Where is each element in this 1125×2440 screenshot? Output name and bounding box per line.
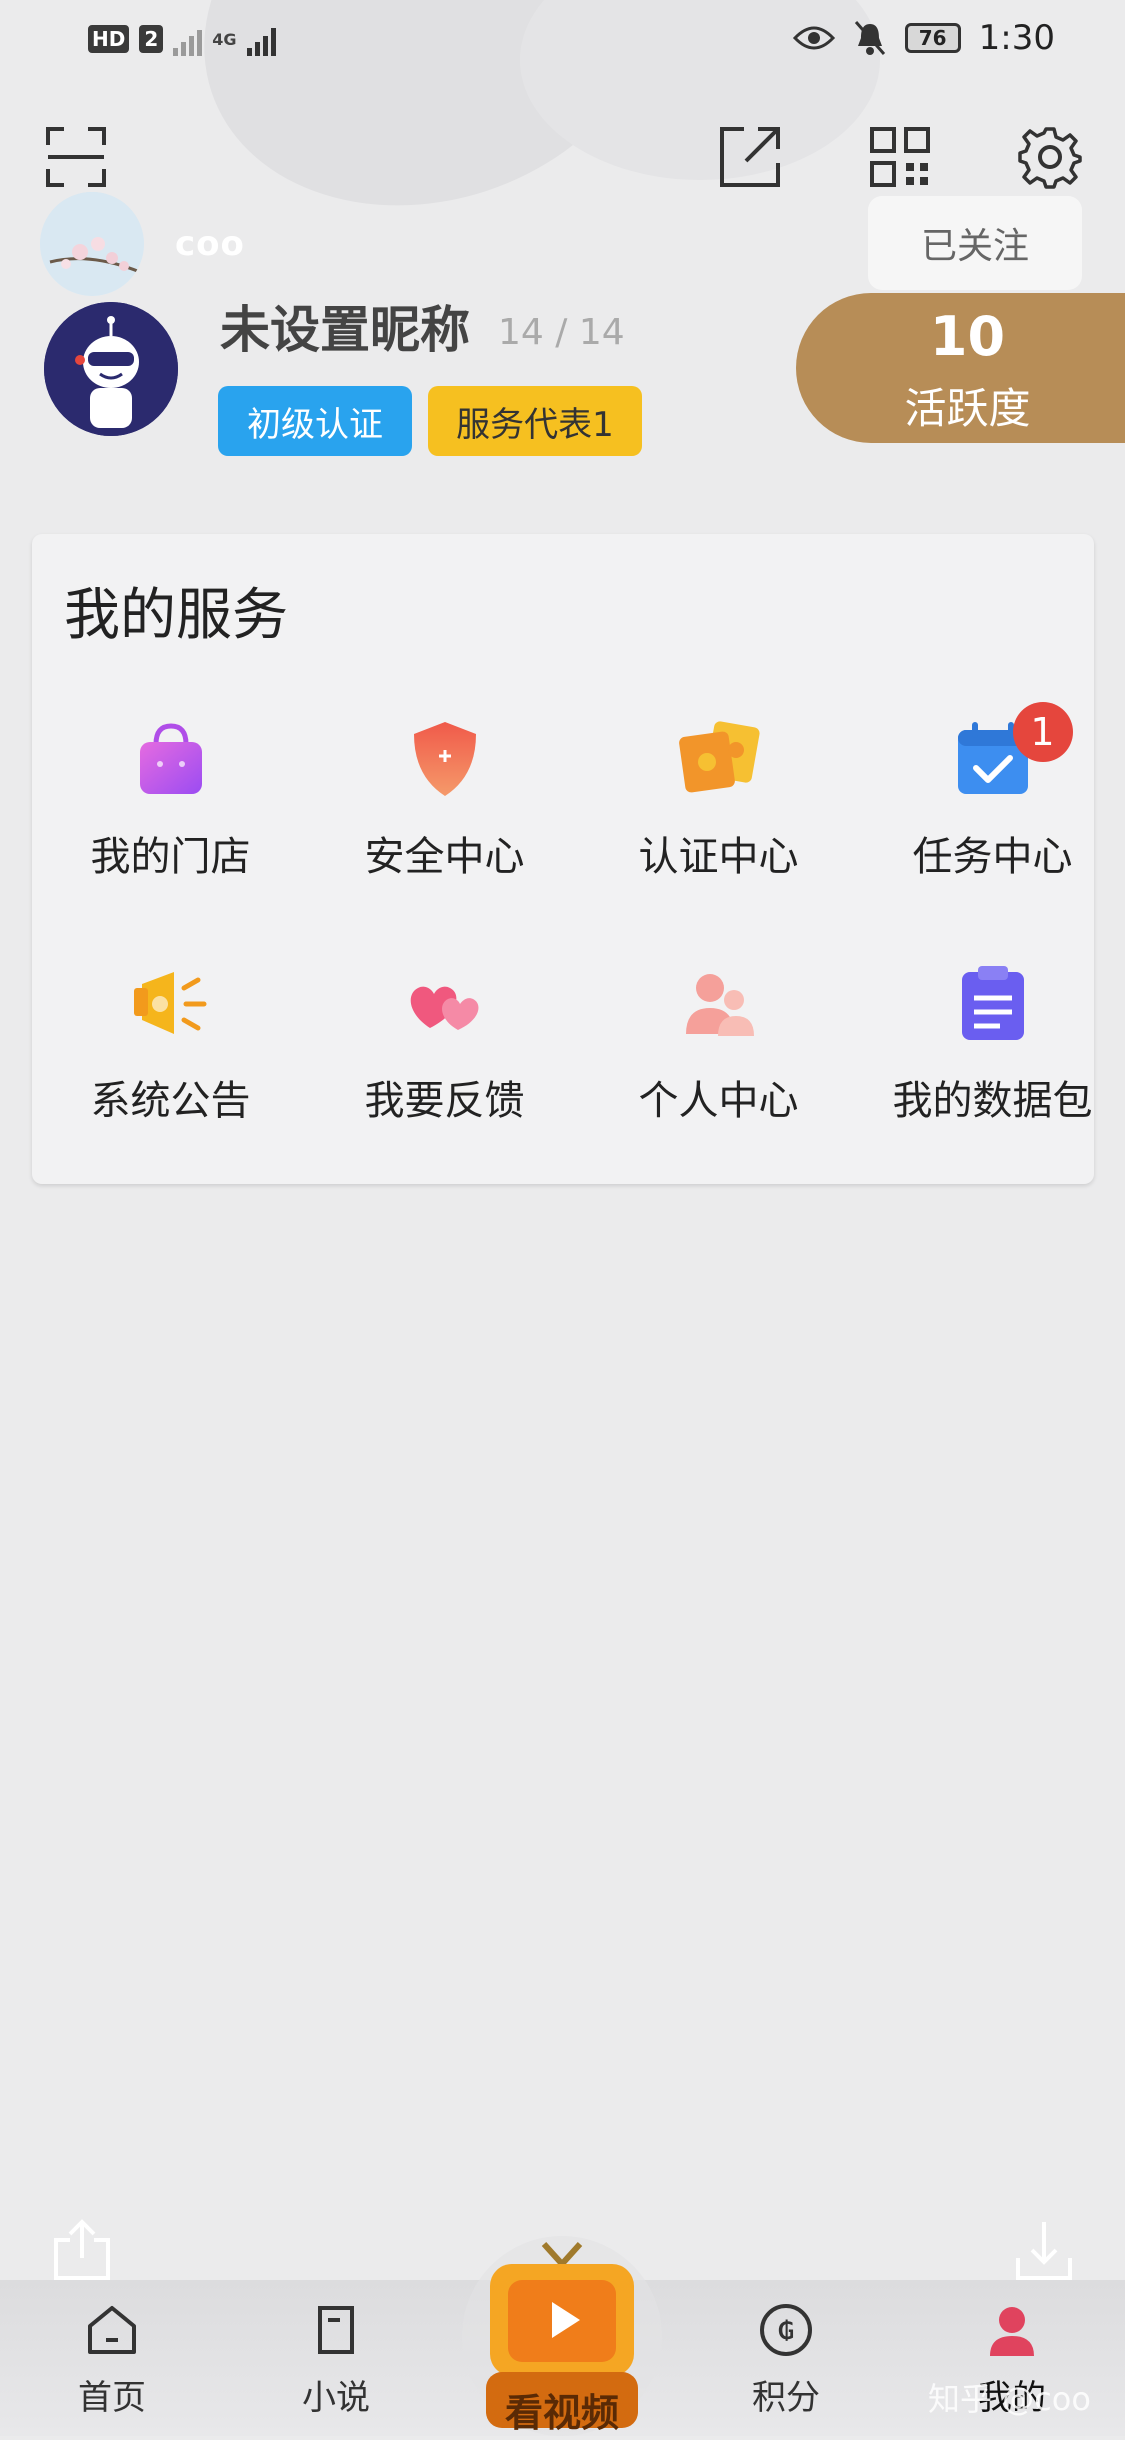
nickname-counter: 14 / 14 xyxy=(498,312,625,353)
sim2-indicator: 2 xyxy=(139,25,164,53)
service-system-notice[interactable]: 系统公告 xyxy=(38,958,303,1158)
book-icon xyxy=(318,2306,354,2354)
hd-indicator: HD xyxy=(88,25,130,53)
avatar[interactable] xyxy=(40,192,144,296)
robot-avatar[interactable] xyxy=(44,302,178,436)
hearts-icon xyxy=(410,986,478,1030)
service-personal-center[interactable]: 个人中心 xyxy=(586,958,851,1158)
service-task-center[interactable]: 1 任务中心 xyxy=(860,702,1125,914)
service-label: 任务中心 xyxy=(912,834,1073,880)
clock: 1:30 xyxy=(978,18,1055,58)
battery-indicator: 76 xyxy=(904,23,961,53)
service-label: 安全中心 xyxy=(364,834,525,880)
users-icon xyxy=(685,974,754,1036)
service-label: 系统公告 xyxy=(90,1078,251,1124)
bell-off-icon xyxy=(854,21,885,55)
robot-icon xyxy=(44,302,178,436)
qrcode-icon[interactable] xyxy=(868,125,932,189)
eye-icon xyxy=(792,26,835,50)
service-rep-badge[interactable]: 服务代表1 xyxy=(428,386,642,456)
activity-value: 10 xyxy=(929,305,1006,368)
service-label: 我的门店 xyxy=(90,834,251,880)
signal-icon xyxy=(246,22,276,56)
service-my-store[interactable]: 我的门店 xyxy=(38,714,303,914)
service-label: 我要反馈 xyxy=(364,1078,525,1124)
activity-panel[interactable]: 10 活跃度 xyxy=(796,293,1125,443)
tab-label: 小说 xyxy=(302,2378,370,2418)
service-feedback[interactable]: 我要反馈 xyxy=(312,958,577,1158)
shopping-bag-icon xyxy=(139,723,202,794)
shield-icon xyxy=(413,722,476,796)
home-icon xyxy=(88,2306,136,2354)
signal-icon xyxy=(173,22,203,56)
tab-home[interactable]: 首页 xyxy=(32,2300,192,2430)
service-certification-center[interactable]: 认证中心 xyxy=(586,714,851,914)
nickname[interactable]: 未设置昵称 xyxy=(220,290,470,362)
network-type: 4G xyxy=(212,29,237,49)
followed-button[interactable]: 已关注 xyxy=(868,196,1082,290)
tab-label: 首页 xyxy=(78,2378,146,2418)
status-bar: HD 2 4G 76 1:30 xyxy=(0,0,1125,82)
my-services-card: 我的服务 我的门店 安全中心 认证中心 1 任务中心 系统公告 我要反馈 个人中… xyxy=(32,534,1094,1184)
svg-text:₲: ₲ xyxy=(778,2317,795,2345)
activity-label: 活跃度 xyxy=(904,384,1031,433)
tab-watch-video[interactable]: 看视频 xyxy=(452,2236,672,2436)
blossom-photo xyxy=(40,192,144,296)
certificate-icon xyxy=(678,721,760,793)
download-icon[interactable] xyxy=(1012,2218,1076,2282)
tab-label: 看视频 xyxy=(504,2391,619,2435)
service-label: 认证中心 xyxy=(638,834,799,880)
tab-label: 积分 xyxy=(752,2378,820,2418)
tab-novel[interactable]: 小说 xyxy=(256,2300,416,2430)
service-label: 我的数据包 xyxy=(892,1078,1093,1124)
services-title: 我的服务 xyxy=(64,583,288,648)
service-data-package[interactable]: 我的数据包 xyxy=(860,958,1125,1158)
clipboard-icon xyxy=(961,966,1024,1040)
primary-certification-badge[interactable]: 初级认证 xyxy=(218,386,412,456)
small-username: coo xyxy=(175,224,245,264)
tab-points[interactable]: ₲ 积分 xyxy=(706,2300,866,2430)
watermark: 知乎 @coo xyxy=(928,2380,1091,2418)
task-count-badge: 1 xyxy=(1012,702,1073,762)
upload-icon[interactable] xyxy=(50,2218,114,2282)
person-icon xyxy=(990,2307,1034,2356)
gear-icon[interactable] xyxy=(1018,125,1082,189)
scan-icon[interactable] xyxy=(44,125,108,189)
coin-icon: ₲ xyxy=(760,2304,812,2356)
service-label: 个人中心 xyxy=(638,1078,799,1124)
share-icon[interactable] xyxy=(718,125,782,189)
megaphone-icon xyxy=(133,972,206,1034)
service-security-center[interactable]: 安全中心 xyxy=(312,714,577,914)
